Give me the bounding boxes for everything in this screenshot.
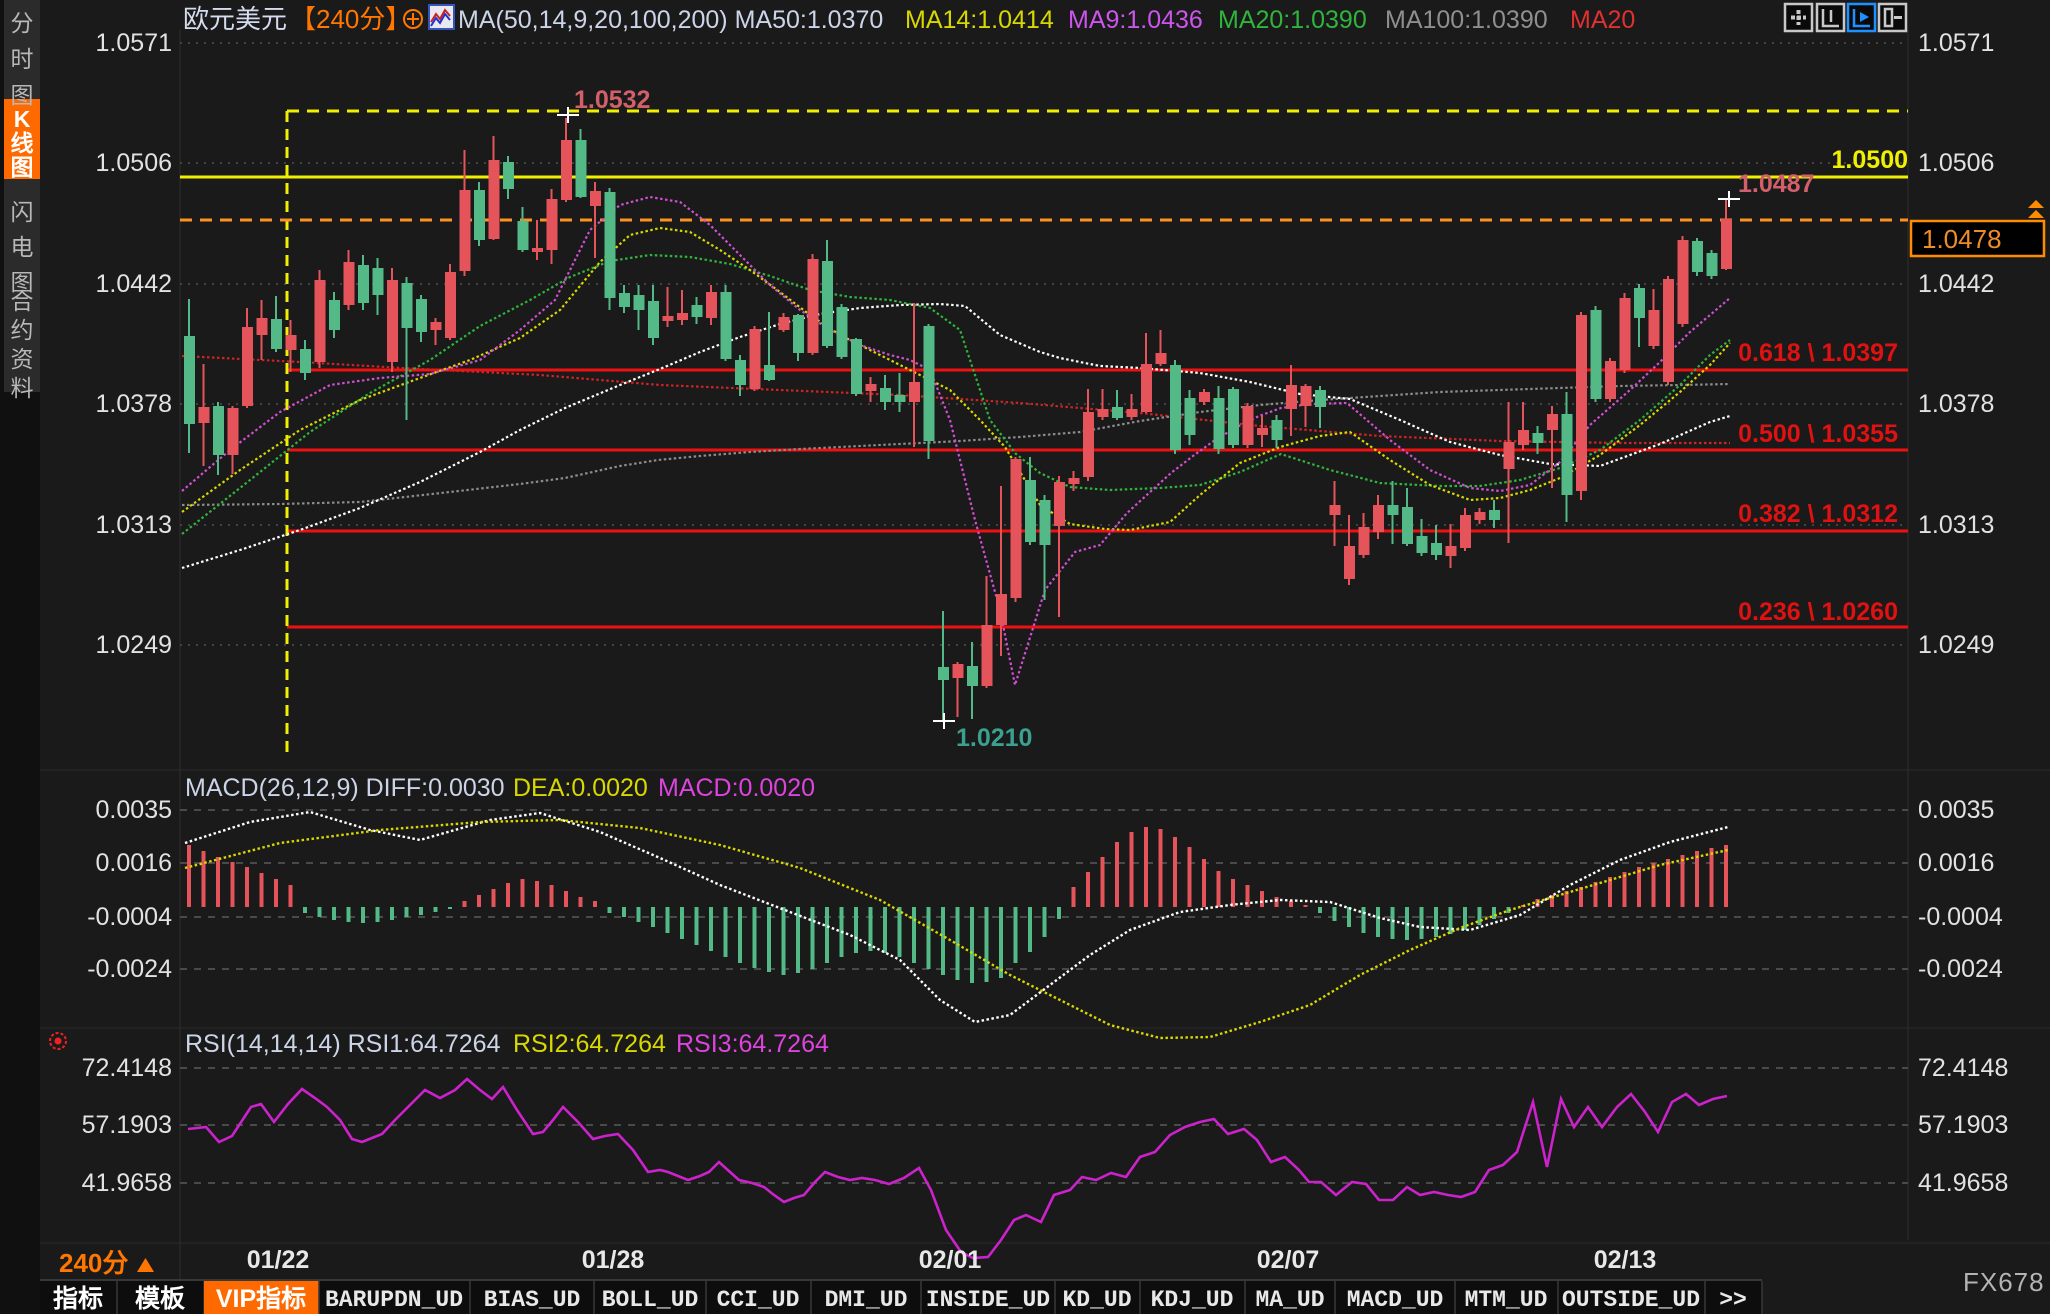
- svg-text:MACD(26,12,9) DIFF:0.0030: MACD(26,12,9) DIFF:0.0030: [185, 774, 505, 802]
- svg-text:02/07: 02/07: [1257, 1246, 1320, 1274]
- svg-text:BIAS_UD: BIAS_UD: [484, 1287, 581, 1313]
- svg-text:41.9658: 41.9658: [82, 1169, 172, 1197]
- svg-text:1.0532: 1.0532: [574, 86, 650, 114]
- svg-text:RSI(14,14,14) RSI1:64.7264: RSI(14,14,14) RSI1:64.7264: [185, 1030, 501, 1058]
- svg-text:1.0249: 1.0249: [96, 631, 172, 659]
- svg-text:1.0313: 1.0313: [96, 511, 172, 539]
- svg-text:1.0487: 1.0487: [1738, 170, 1814, 198]
- svg-text:72.4148: 72.4148: [82, 1054, 172, 1082]
- svg-text:02/01: 02/01: [919, 1246, 982, 1274]
- svg-text:MA100:1.0390: MA100:1.0390: [1385, 6, 1548, 34]
- svg-text:1.0210: 1.0210: [956, 724, 1032, 752]
- svg-text:1.0571: 1.0571: [96, 29, 172, 57]
- svg-text:欧元美元: 欧元美元: [183, 4, 287, 34]
- svg-text:MA9:1.0436: MA9:1.0436: [1068, 6, 1203, 34]
- svg-text:57.1903: 57.1903: [1918, 1111, 2008, 1139]
- svg-text:-0.0024: -0.0024: [1918, 955, 2003, 983]
- svg-text:RSI2:64.7264: RSI2:64.7264: [513, 1030, 666, 1058]
- svg-text:INSIDE_UD: INSIDE_UD: [926, 1287, 1050, 1313]
- svg-text:1.0378: 1.0378: [1918, 390, 1994, 418]
- svg-text:-0.0004: -0.0004: [1918, 903, 2003, 931]
- svg-text:模板: 模板: [135, 1284, 185, 1313]
- svg-text:72.4148: 72.4148: [1918, 1054, 2008, 1082]
- svg-text:OUTSIDE_UD: OUTSIDE_UD: [1562, 1287, 1700, 1313]
- svg-text:MA20: MA20: [1570, 6, 1635, 34]
- svg-text:>>: >>: [1719, 1287, 1747, 1313]
- svg-text:0.382 \ 1.0312: 0.382 \ 1.0312: [1738, 500, 1898, 528]
- svg-text:1.0378: 1.0378: [96, 390, 172, 418]
- svg-text:CCI_UD: CCI_UD: [717, 1287, 800, 1313]
- svg-text:1.0442: 1.0442: [1918, 270, 1994, 298]
- svg-text:57.1903: 57.1903: [82, 1111, 172, 1139]
- svg-text:41.9658: 41.9658: [1918, 1169, 2008, 1197]
- svg-text:01/22: 01/22: [247, 1246, 310, 1274]
- svg-text:1.0313: 1.0313: [1918, 511, 1994, 539]
- svg-text:01/28: 01/28: [582, 1246, 645, 1274]
- svg-text:1.0249: 1.0249: [1918, 631, 1994, 659]
- svg-text:指标: 指标: [53, 1285, 103, 1313]
- svg-text:DEA:0.0020: DEA:0.0020: [513, 774, 648, 802]
- svg-text:1.0506: 1.0506: [1918, 149, 1994, 177]
- svg-text:MA(50,14,9,20,100,200) MA50:1.: MA(50,14,9,20,100,200) MA50:1.0370: [458, 6, 883, 34]
- svg-text:FX678: FX678: [1963, 1267, 2045, 1297]
- svg-text:0.0016: 0.0016: [96, 849, 172, 877]
- svg-text:MA_UD: MA_UD: [1255, 1287, 1324, 1313]
- svg-text:1.0500: 1.0500: [1832, 146, 1908, 174]
- svg-text:240分: 240分: [59, 1248, 128, 1278]
- svg-text:BARUPDN_UD: BARUPDN_UD: [325, 1287, 463, 1313]
- svg-text:-0.0004: -0.0004: [87, 903, 172, 931]
- svg-text:DMI_UD: DMI_UD: [825, 1287, 908, 1313]
- svg-text:BOLL_UD: BOLL_UD: [602, 1287, 699, 1313]
- svg-text:0.236 \ 1.0260: 0.236 \ 1.0260: [1738, 598, 1898, 626]
- svg-text:MACD:0.0020: MACD:0.0020: [658, 774, 815, 802]
- svg-text:MA14:1.0414: MA14:1.0414: [905, 6, 1054, 34]
- svg-text:闪电图: 闪电图: [11, 199, 34, 295]
- svg-text:-0.0024: -0.0024: [87, 955, 172, 983]
- svg-text:MA20:1.0390: MA20:1.0390: [1218, 6, 1367, 34]
- svg-text:02/13: 02/13: [1594, 1246, 1657, 1274]
- svg-text:KDJ_UD: KDJ_UD: [1151, 1287, 1234, 1313]
- svg-text:VIP指标: VIP指标: [216, 1285, 306, 1313]
- svg-text:0.0016: 0.0016: [1918, 849, 1994, 877]
- svg-text:分时图: 分时图: [11, 10, 34, 108]
- svg-text:RSI3:64.7264: RSI3:64.7264: [676, 1030, 829, 1058]
- svg-text:MTM_UD: MTM_UD: [1465, 1287, 1548, 1313]
- svg-text:0.618 \ 1.0397: 0.618 \ 1.0397: [1738, 339, 1898, 367]
- svg-text:0.500 \ 1.0355: 0.500 \ 1.0355: [1738, 420, 1898, 448]
- svg-text:1.0571: 1.0571: [1918, 29, 1994, 57]
- svg-text:1.0478: 1.0478: [1922, 224, 2002, 254]
- svg-text:K线图: K线图: [11, 106, 34, 180]
- svg-text:1.0506: 1.0506: [96, 149, 172, 177]
- svg-text:0.0035: 0.0035: [96, 796, 172, 824]
- svg-text:MACD_UD: MACD_UD: [1347, 1287, 1444, 1313]
- svg-text:KD_UD: KD_UD: [1062, 1287, 1131, 1313]
- svg-text:【240分】: 【240分】: [290, 4, 411, 34]
- svg-text:1.0442: 1.0442: [96, 270, 172, 298]
- svg-text:0.0035: 0.0035: [1918, 796, 1994, 824]
